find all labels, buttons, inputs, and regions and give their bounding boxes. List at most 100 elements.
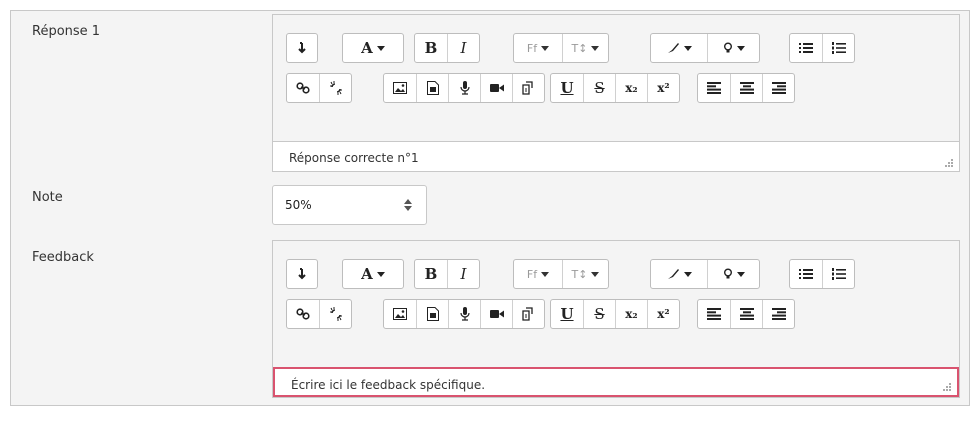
insert-media-button[interactable] xyxy=(416,74,448,102)
record-audio-button[interactable] xyxy=(448,74,480,102)
numbered-list-button[interactable] xyxy=(822,260,854,288)
record-audio-button[interactable] xyxy=(448,300,480,328)
align-right-button[interactable] xyxy=(762,74,794,102)
font-family-button[interactable]: Ff xyxy=(514,34,562,62)
bold-button[interactable]: B xyxy=(415,260,447,288)
files-icon xyxy=(521,307,533,321)
manage-files-button[interactable] xyxy=(512,300,544,328)
collapse-toolbar-button[interactable] xyxy=(287,260,317,288)
unlink-button[interactable] xyxy=(319,74,351,102)
toolbar-group-format: B I xyxy=(414,259,480,289)
insert-image-button[interactable] xyxy=(384,74,416,102)
paragraph-style-button[interactable]: A xyxy=(343,260,403,288)
feedback-text-area[interactable]: Écrire ici le feedback spécifique. xyxy=(273,367,959,397)
font-family-button[interactable]: Ff xyxy=(514,260,562,288)
align-center-icon xyxy=(739,308,754,320)
brush-icon xyxy=(668,269,679,279)
italic-button[interactable]: I xyxy=(447,260,479,288)
toolbar-group-style: A xyxy=(342,259,404,289)
toolbar-group-media xyxy=(383,73,545,103)
lightbulb-icon xyxy=(723,42,732,53)
toolbar-group-links xyxy=(286,299,352,329)
response-editor: A B I Ff T↕ U S x₂ x² Réponse correcte n… xyxy=(272,14,960,172)
align-right-button[interactable] xyxy=(762,300,794,328)
grade-select[interactable]: 50% xyxy=(272,185,427,225)
list-ordered-icon xyxy=(831,268,846,280)
manage-files-button[interactable] xyxy=(512,74,544,102)
align-right-icon xyxy=(771,308,786,320)
numbered-list-button[interactable] xyxy=(822,34,854,62)
toolbar-group-style: A xyxy=(342,33,404,63)
video-camera-icon xyxy=(489,310,504,318)
unlink-icon xyxy=(329,81,342,95)
grade-label: Note xyxy=(32,190,63,205)
arrow-down-icon xyxy=(298,42,306,54)
record-video-button[interactable] xyxy=(480,74,512,102)
brush-icon xyxy=(668,43,679,53)
align-left-button[interactable] xyxy=(698,300,730,328)
subscript-button[interactable]: x₂ xyxy=(615,300,647,328)
response-text-area[interactable]: Réponse correcte n°1 xyxy=(273,141,959,171)
toolbar-group-color xyxy=(650,259,760,289)
lightbulb-icon xyxy=(723,268,732,279)
feedback-text: Écrire ici le feedback spécifique. xyxy=(291,378,486,392)
highlight-button[interactable] xyxy=(707,260,759,288)
toolbar-group-media xyxy=(383,299,545,329)
underline-button[interactable]: U xyxy=(551,300,583,328)
strikethrough-button[interactable]: S xyxy=(583,74,615,102)
insert-image-button[interactable] xyxy=(384,300,416,328)
paragraph-style-button[interactable]: A xyxy=(343,34,403,62)
subscript-button[interactable]: x₂ xyxy=(615,74,647,102)
unlink-icon xyxy=(329,307,342,321)
font-size-button[interactable]: T↕ xyxy=(562,34,608,62)
link-button[interactable] xyxy=(287,300,319,328)
italic-button[interactable]: I xyxy=(447,34,479,62)
text-color-button[interactable] xyxy=(651,34,707,62)
toolbar-group-links xyxy=(286,73,352,103)
highlight-button[interactable] xyxy=(707,34,759,62)
feedback-label: Feedback xyxy=(32,250,94,265)
toolbar-group-font: Ff T↕ xyxy=(513,259,609,289)
toolbar-group-align xyxy=(697,299,795,329)
list-unordered-icon xyxy=(799,43,813,53)
insert-media-button[interactable] xyxy=(416,300,448,328)
align-center-button[interactable] xyxy=(730,74,762,102)
toolbar-group-collapse xyxy=(286,259,318,289)
align-left-button[interactable] xyxy=(698,74,730,102)
collapse-toolbar-button[interactable] xyxy=(287,34,317,62)
microphone-icon xyxy=(459,307,470,321)
grade-select-value: 50% xyxy=(285,198,312,212)
strikethrough-button[interactable]: S xyxy=(583,300,615,328)
toolbar-group-text: U S x₂ x² xyxy=(550,73,680,103)
align-center-button[interactable] xyxy=(730,300,762,328)
text-color-button[interactable] xyxy=(651,260,707,288)
link-button[interactable] xyxy=(287,74,319,102)
bold-button[interactable]: B xyxy=(415,34,447,62)
toolbar-group-color xyxy=(650,33,760,63)
align-left-icon xyxy=(707,308,721,320)
select-updown-icon xyxy=(404,199,412,213)
media-file-icon xyxy=(426,81,439,95)
image-icon xyxy=(393,308,407,320)
resize-handle-icon[interactable] xyxy=(945,159,953,167)
bullet-list-button[interactable] xyxy=(790,34,822,62)
align-left-icon xyxy=(707,82,721,94)
list-ordered-icon xyxy=(831,42,846,54)
video-camera-icon xyxy=(489,84,504,92)
align-center-icon xyxy=(739,82,754,94)
underline-button[interactable]: U xyxy=(551,74,583,102)
toolbar-group-collapse xyxy=(286,33,318,63)
record-video-button[interactable] xyxy=(480,300,512,328)
font-size-button[interactable]: T↕ xyxy=(562,260,608,288)
resize-handle-icon[interactable] xyxy=(943,383,951,391)
feedback-editor: A B I Ff T↕ U S x₂ x² Écrire ici le feed… xyxy=(272,240,960,398)
superscript-button[interactable]: x² xyxy=(647,74,679,102)
files-icon xyxy=(521,81,533,95)
toolbar-group-lists xyxy=(789,259,855,289)
bullet-list-button[interactable] xyxy=(790,260,822,288)
response-label: Réponse 1 xyxy=(32,24,101,39)
superscript-button[interactable]: x² xyxy=(647,300,679,328)
unlink-button[interactable] xyxy=(319,300,351,328)
align-right-icon xyxy=(771,82,786,94)
link-icon xyxy=(296,82,310,94)
